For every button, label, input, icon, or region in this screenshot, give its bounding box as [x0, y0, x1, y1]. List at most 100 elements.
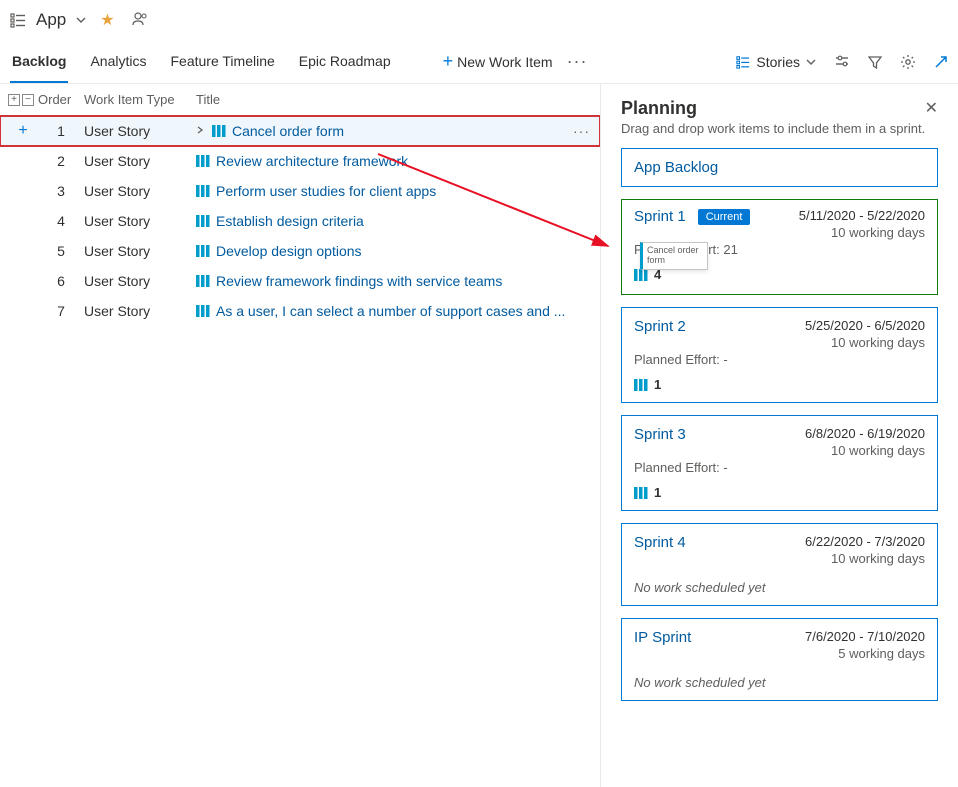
sprint-count-value: 1 — [654, 485, 661, 500]
star-icon[interactable]: ★ — [100, 10, 114, 30]
user-story-icon — [196, 245, 210, 257]
sprint-dates: 6/8/2020 - 6/19/2020 — [805, 426, 925, 441]
sprint-name: Sprint 1 — [634, 208, 686, 225]
sprint-bucket[interactable]: Sprint 1 Current 5/11/2020 - 5/22/2020 1… — [621, 199, 938, 295]
tab-feature-timeline[interactable]: Feature Timeline — [169, 40, 277, 83]
work-item-title[interactable]: Review framework findings with service t… — [216, 273, 502, 289]
user-story-icon — [196, 215, 210, 227]
sprint-count: 4 — [634, 267, 925, 282]
app-title[interactable]: App — [36, 10, 66, 30]
tab-backlog[interactable]: Backlog — [10, 40, 68, 83]
work-item-title[interactable]: Review architecture framework — [216, 153, 408, 169]
sprint-dates: 7/6/2020 - 7/10/2020 — [805, 629, 925, 644]
table-row[interactable]: + 4 User Story Establish design criteria… — [0, 206, 600, 236]
sprint-bucket[interactable]: Sprint 2 5/25/2020 - 6/5/2020 10 working… — [621, 307, 938, 403]
table-row[interactable]: + 2 User Story Review architecture frame… — [0, 146, 600, 176]
backlog-grid: + − Order Work Item Type Title + 1 User … — [0, 84, 600, 787]
view-switcher-label: Stories — [756, 54, 800, 70]
sprint-effort: Planned Effort: - — [634, 352, 925, 367]
chevron-down-icon[interactable] — [76, 12, 86, 28]
sprint-bucket[interactable]: IP Sprint 7/6/2020 - 7/10/2020 5 working… — [621, 618, 938, 701]
collapse-all-button[interactable]: − — [22, 94, 34, 106]
table-row[interactable]: + 5 User Story Develop design options ··… — [0, 236, 600, 266]
sprint-count: 1 — [634, 485, 925, 500]
row-more-icon[interactable]: ··· — [573, 123, 590, 139]
cell-order: 7 — [38, 303, 84, 319]
sprint-count: 1 — [634, 377, 925, 392]
work-item-title[interactable]: Perform user studies for client apps — [216, 183, 436, 199]
gear-icon[interactable] — [900, 54, 916, 70]
cell-order: 3 — [38, 183, 84, 199]
tabs: Backlog Analytics Feature Timeline Epic … — [10, 40, 588, 83]
table-row[interactable]: + 1 User Story Cancel order form ··· — [0, 116, 600, 146]
cell-order: 4 — [38, 213, 84, 229]
expand-all-button[interactable]: + — [8, 94, 20, 106]
user-story-icon — [196, 185, 210, 197]
close-icon[interactable]: ✕ — [925, 98, 938, 118]
sprint-name: IP Sprint — [634, 629, 691, 646]
user-story-icon — [196, 305, 210, 317]
cell-type: User Story — [84, 273, 196, 289]
work-item-title[interactable]: Establish design criteria — [216, 213, 364, 229]
user-story-icon — [196, 155, 210, 167]
current-badge: Current — [698, 209, 751, 225]
work-item-title[interactable]: Cancel order form — [232, 123, 344, 139]
cell-type: User Story — [84, 243, 196, 259]
add-child-icon[interactable]: + — [18, 122, 27, 140]
tab-epic-roadmap[interactable]: Epic Roadmap — [297, 40, 393, 83]
panel-subtitle: Drag and drop work items to include them… — [621, 121, 938, 136]
col-header-type[interactable]: Work Item Type — [84, 92, 196, 107]
toolbar-right: Stories — [736, 54, 948, 70]
user-story-icon — [196, 275, 210, 287]
sprint-days: 10 working days — [805, 335, 925, 350]
sprint-count-value: 1 — [654, 377, 661, 392]
sprint-days: 10 working days — [805, 443, 925, 458]
table-row[interactable]: + 6 User Story Review framework findings… — [0, 266, 600, 296]
sprint-name: Sprint 2 — [634, 318, 686, 335]
panel-title: Planning — [621, 98, 697, 119]
cell-order: 5 — [38, 243, 84, 259]
cell-order: 6 — [38, 273, 84, 289]
chevron-right-icon[interactable] — [196, 126, 206, 137]
sprint-effort: Planned Effort: - — [634, 460, 925, 475]
sprint-effort: Planned Effort: 21 — [634, 242, 925, 257]
sprint-empty: No work scheduled yet — [634, 580, 925, 595]
team-icon[interactable] — [131, 11, 149, 30]
table-row[interactable]: + 7 User Story As a user, I can select a… — [0, 296, 600, 326]
sprint-days: 5 working days — [805, 646, 925, 661]
backlog-bucket-title: App Backlog — [634, 159, 925, 176]
cell-type: User Story — [84, 153, 196, 169]
chevron-down-icon — [806, 57, 816, 67]
work-item-title[interactable]: Develop design options — [216, 243, 362, 259]
col-header-order[interactable]: Order — [38, 92, 84, 107]
sprint-dates: 6/22/2020 - 7/3/2020 — [805, 534, 925, 549]
user-story-icon — [634, 269, 648, 281]
sprint-empty: No work scheduled yet — [634, 675, 925, 690]
cell-order: 2 — [38, 153, 84, 169]
cell-type: User Story — [84, 303, 196, 319]
new-work-item-label: New Work Item — [457, 54, 552, 70]
sprint-bucket[interactable]: Sprint 3 6/8/2020 - 6/19/2020 10 working… — [621, 415, 938, 511]
col-header-title[interactable]: Title — [196, 92, 592, 107]
user-story-icon — [634, 379, 648, 391]
filter-icon[interactable] — [868, 55, 882, 69]
view-switcher[interactable]: Stories — [736, 54, 816, 70]
work-item-title[interactable]: As a user, I can select a number of supp… — [216, 303, 565, 319]
backlog-bucket[interactable]: App Backlog — [621, 148, 938, 187]
tab-analytics[interactable]: Analytics — [88, 40, 148, 83]
more-actions-button[interactable]: ··· — [567, 51, 588, 72]
app-header: App ★ — [0, 0, 958, 40]
settings-sliders-icon[interactable] — [834, 54, 850, 70]
cell-type: User Story — [84, 123, 196, 139]
sprint-bucket[interactable]: Sprint 4 6/22/2020 - 7/3/2020 10 working… — [621, 523, 938, 606]
table-row[interactable]: + 3 User Story Perform user studies for … — [0, 176, 600, 206]
sprint-days: 10 working days — [805, 551, 925, 566]
sprint-name: Sprint 4 — [634, 534, 686, 551]
grid-header: + − Order Work Item Type Title — [0, 84, 600, 116]
sprint-dates: 5/25/2020 - 6/5/2020 — [805, 318, 925, 333]
sprint-count-value: 4 — [654, 267, 661, 282]
user-story-icon — [212, 125, 226, 137]
backlog-type-icon — [10, 12, 26, 28]
new-work-item-button[interactable]: + New Work Item — [443, 51, 553, 72]
fullscreen-icon[interactable] — [934, 55, 948, 69]
